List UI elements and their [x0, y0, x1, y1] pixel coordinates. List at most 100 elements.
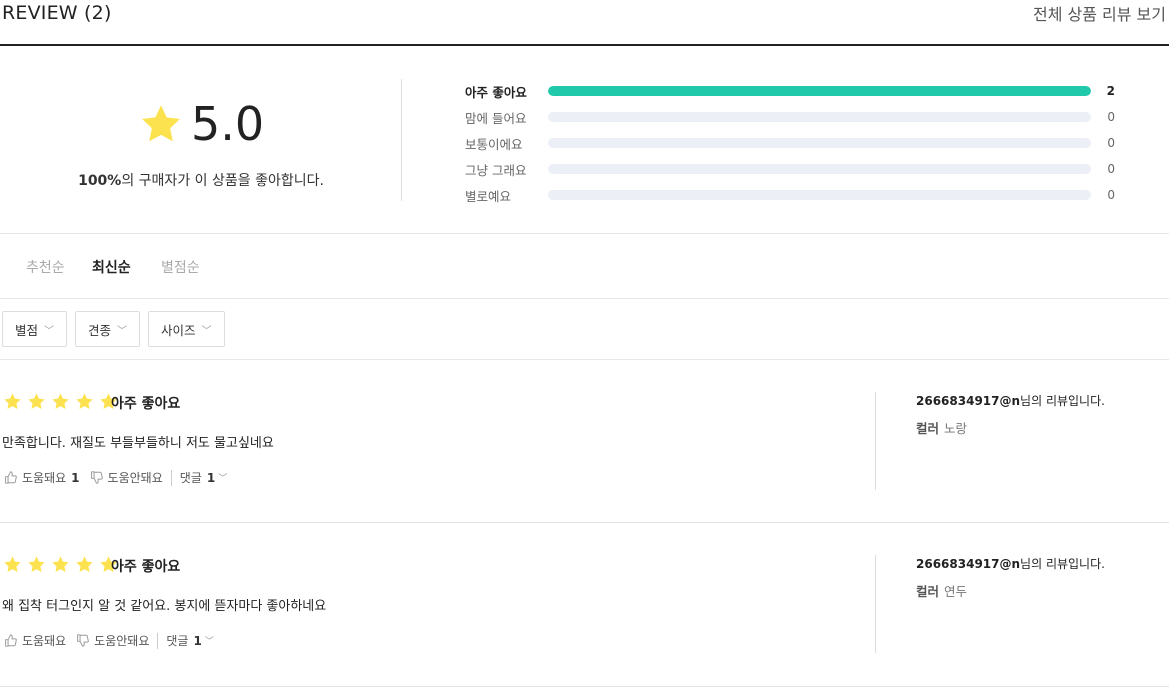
- dist-bar: [548, 138, 1091, 148]
- dist-row: 보통이에요 0: [465, 130, 1115, 156]
- option-label: 컬러: [916, 584, 940, 599]
- star-icon: [52, 393, 69, 409]
- review-actions: 도움돼요 1 도움안돼요 댓글 1 ﹀: [4, 469, 227, 486]
- unhelpful-button[interactable]: 도움안돼요: [76, 632, 149, 649]
- score-row: 5.0: [139, 96, 264, 152]
- chevron-down-icon: ﹀: [201, 325, 212, 337]
- chevron-down-icon: ﹀: [117, 325, 128, 337]
- author-id: 2666834917@n: [916, 557, 1021, 571]
- dist-label: 별로예요: [465, 188, 512, 204]
- comment-label: 댓글: [166, 634, 189, 648]
- option-value: 연두: [944, 584, 968, 599]
- helpful-button[interactable]: 도움돼요: [4, 632, 66, 649]
- author-suffix: 님의 리뷰입니다.: [1020, 394, 1105, 408]
- filter-rating-dropdown[interactable]: 별점 ﹀: [2, 311, 67, 347]
- review-actions: 도움돼요 도움안돼요 댓글 1 ﹀: [4, 632, 214, 649]
- review-author: 2666834917@n님의 리뷰입니다.: [916, 392, 1105, 409]
- score-box: 5.0 100%의 구매자가 이 상품을 좋아합니다.: [0, 48, 402, 234]
- dist-count: 2: [1106, 84, 1115, 98]
- dist-count: 0: [1107, 110, 1115, 124]
- star-icon: [28, 556, 45, 572]
- dist-count: 0: [1107, 162, 1115, 176]
- thumbs-up-icon: [5, 634, 17, 647]
- sort-latest[interactable]: 최신순: [92, 257, 131, 277]
- dist-bar: [548, 86, 1091, 96]
- rating-summary: 5.0 100%의 구매자가 이 상품을 좋아합니다. 아주 좋아요 2 맘에 …: [0, 48, 1169, 234]
- helpful-label: 도움돼요: [22, 471, 67, 485]
- review-item: 아주 좋아요 왜 집착 터그인지 알 것 같어요. 봉지에 뜯자마다 좋아하네요…: [0, 523, 1169, 687]
- comment-toggle[interactable]: 댓글 1 ﹀: [180, 469, 227, 486]
- all-reviews-link[interactable]: 전체 상품 리뷰 보기: [1033, 1, 1166, 25]
- review-stars: [3, 392, 123, 411]
- average-score: 5.0: [191, 97, 265, 151]
- star-icon: [52, 556, 69, 572]
- review-rating-text: 아주 좋아요: [111, 396, 181, 412]
- option-label: 컬러: [916, 421, 940, 436]
- sort-rating[interactable]: 별점순: [161, 257, 200, 277]
- comment-toggle[interactable]: 댓글 1 ﹀: [166, 632, 213, 649]
- dist-row: 맘에 들어요 0: [465, 104, 1115, 130]
- unhelpful-button[interactable]: 도움안돼요: [90, 469, 163, 486]
- chevron-down-icon: ﹀: [44, 325, 55, 337]
- review-divider: [875, 392, 876, 490]
- unhelpful-label: 도움안돼요: [107, 471, 163, 485]
- review-author: 2666834917@n님의 리뷰입니다.: [916, 555, 1105, 572]
- helpful-button[interactable]: 도움돼요 1: [4, 469, 80, 486]
- action-separator: [170, 469, 172, 486]
- star-icon: [76, 393, 93, 409]
- comment-count: 1: [206, 470, 216, 485]
- rating-distribution: 아주 좋아요 2 맘에 들어요 0 보통이에요 0 그냥 그래요 0 별로예요 …: [465, 78, 1115, 208]
- review-body: 왜 집착 터그인지 알 것 같어요. 봉지에 뜯자마다 좋아하네요: [2, 599, 327, 614]
- filter-size-label: 사이즈: [161, 322, 196, 338]
- dist-count: 0: [1107, 188, 1115, 202]
- dist-bar: [548, 112, 1091, 122]
- dist-label: 맘에 들어요: [465, 110, 527, 126]
- review-option: 컬러 연두: [916, 581, 967, 600]
- star-icon: [4, 556, 21, 572]
- unhelpful-label: 도움안돼요: [94, 634, 150, 648]
- filter-size-dropdown[interactable]: 사이즈 ﹀: [148, 311, 225, 347]
- thumbs-down-icon: [77, 634, 89, 647]
- dist-row: 그냥 그래요 0: [465, 156, 1115, 182]
- thumbs-down-icon: [90, 471, 103, 484]
- dist-bar: [548, 164, 1091, 174]
- helpful-count: 1: [71, 470, 80, 485]
- review-rating-text: 아주 좋아요: [111, 559, 181, 575]
- review-option: 컬러 노랑: [916, 418, 967, 437]
- star-icon: [4, 393, 21, 409]
- dist-fill: [548, 86, 1091, 96]
- satisfaction-suffix: 의 구매자가 이 상품을 좋아합니다.: [121, 173, 324, 189]
- star-icon: [28, 393, 45, 409]
- chevron-down-icon: ﹀: [204, 637, 214, 647]
- sort-tabs: 추천순 최신순 별점순: [0, 234, 1169, 299]
- dist-label: 그냥 그래요: [465, 162, 527, 178]
- satisfaction-percent: 100%: [78, 173, 122, 189]
- dist-row: 별로예요 0: [465, 182, 1115, 208]
- action-separator: [157, 632, 159, 649]
- satisfaction-text: 100%의 구매자가 이 상품을 좋아합니다.: [0, 170, 402, 190]
- summary-divider: [401, 79, 402, 201]
- author-id: 2666834917@n: [916, 394, 1021, 408]
- helpful-label: 도움돼요: [22, 634, 67, 648]
- review-divider: [875, 555, 876, 653]
- review-stars: [3, 555, 123, 574]
- review-body: 만족합니다. 재질도 부들부들하니 저도 물고싶네요: [2, 436, 274, 451]
- dist-label: 아주 좋아요: [465, 84, 527, 100]
- comment-count: 1: [193, 633, 202, 648]
- filter-bar: 별점 ﹀ 견종 ﹀ 사이즈 ﹀: [0, 299, 1169, 360]
- dist-row: 아주 좋아요 2: [465, 78, 1115, 104]
- dist-label: 보통이에요: [465, 136, 523, 152]
- filter-breed-label: 견종: [88, 322, 112, 338]
- filter-rating-label: 별점: [15, 322, 39, 338]
- filter-breed-dropdown[interactable]: 견종 ﹀: [75, 311, 140, 347]
- dist-bar: [548, 190, 1091, 200]
- author-suffix: 님의 리뷰입니다.: [1020, 557, 1105, 571]
- thumbs-up-icon: [5, 471, 17, 484]
- chevron-down-icon: ﹀: [218, 474, 228, 484]
- comment-label: 댓글: [179, 471, 202, 485]
- sort-recommended[interactable]: 추천순: [26, 257, 65, 277]
- review-header: REVIEW (2) 전체 상품 리뷰 보기: [0, 0, 1169, 46]
- review-item: 아주 좋아요 만족합니다. 재질도 부들부들하니 저도 물고싶네요 도움돼요 1 …: [0, 360, 1169, 523]
- star-icon: [76, 556, 93, 572]
- review-title: REVIEW (2): [2, 2, 112, 24]
